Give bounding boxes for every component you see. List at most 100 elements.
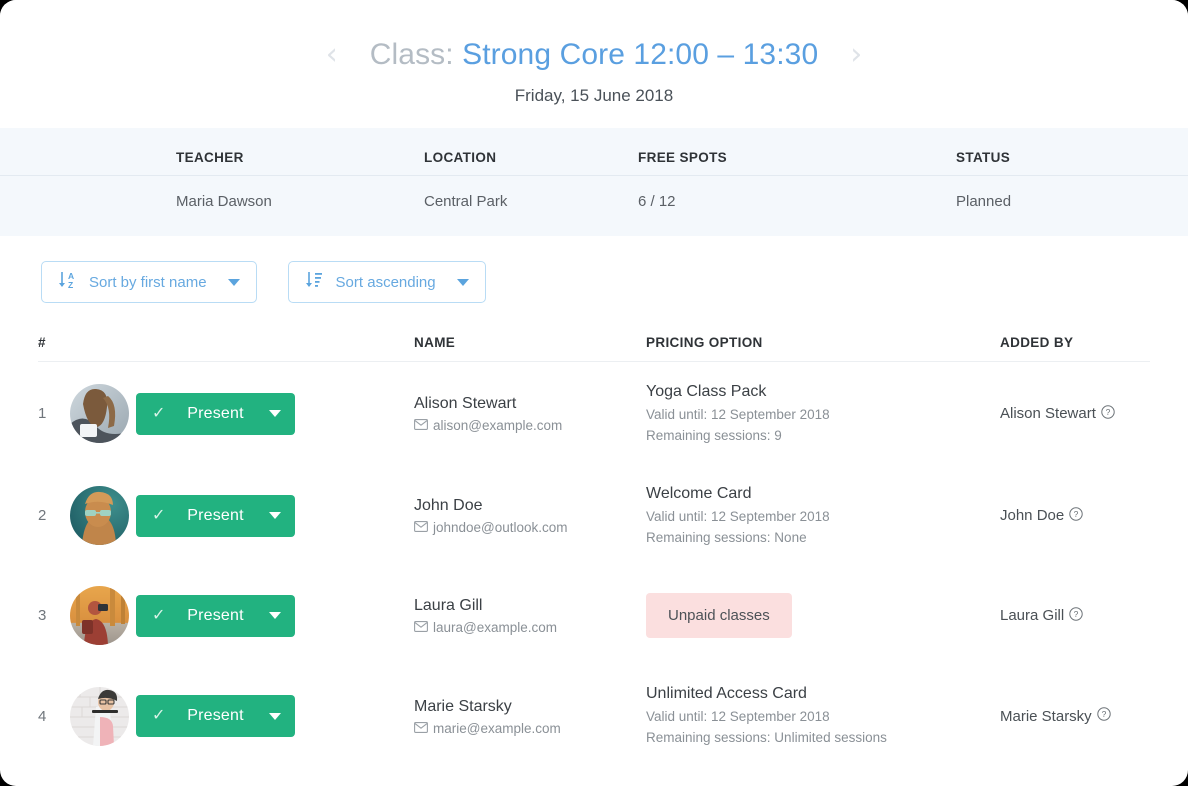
envelope-icon [414,418,428,433]
attendance-status-label: Present [187,506,244,524]
chevron-down-icon [227,278,240,286]
info-value-free-spots: 6 / 12 [638,193,676,210]
pricing-option-title: Yoga Class Pack [646,383,767,400]
help-circle-icon[interactable]: ? [1096,707,1111,725]
added-by-cell: Laura Gill ? [1000,607,1150,625]
page-title-main: Strong Core 12:00 – 13:30 [462,38,819,71]
check-icon: ✓ [152,707,166,725]
help-circle-icon[interactable]: ? [1101,404,1115,423]
sort-direction-button[interactable]: Sort ascending [287,261,486,303]
row-number: 1 [38,405,47,423]
class-info-band: TEACHER LOCATION FREE SPOTS STATUS Maria… [0,128,1188,236]
attendance-status-label: Present [187,404,244,422]
attendee-list: # NAME PRICING OPTION ADDED BY 1 ✓ Prese… [0,303,1188,767]
added-by-name: John Doe [1000,507,1065,525]
attendee-name: John Doe [414,497,483,515]
attendee-email-text: alison@example.com [433,418,563,434]
added-by-cell: Marie Starsky ? [1000,707,1150,725]
attendee-email: marie@example.com [414,721,646,736]
attendee-name: Laura Gill [414,597,483,615]
attendee-name: Alison Stewart [414,395,517,413]
attendance-status-button[interactable]: ✓ Present [136,695,295,738]
attendee-email: laura@example.com [414,620,646,635]
class-info-value-row: Maria Dawson Central Park 6 / 12 Planned [0,176,1188,211]
avatar [70,486,129,546]
svg-text:?: ? [1074,609,1079,619]
sort-by-name-label: Sort by first name [89,273,207,291]
pricing-option-valid-until: Valid until: 12 September 2018 [646,509,830,525]
class-info-table: TEACHER LOCATION FREE SPOTS STATUS Maria… [0,150,1188,210]
svg-text:?: ? [1106,407,1111,417]
row-number: 4 [38,707,47,725]
pricing-option-valid-until: Valid until: 12 September 2018 [646,406,830,422]
row-number: 3 [38,607,47,625]
added-by-name: Marie Starsky [1000,707,1092,725]
header-number: # [38,303,70,362]
attendee-email: johndoe@outlook.com [414,520,646,535]
page-header: ‹ Class: Strong Core 12:00 – 13:30 › Fri… [0,0,1188,128]
class-attendance-page: ‹ Class: Strong Core 12:00 – 13:30 › Fri… [0,0,1188,786]
info-header-status: STATUS [956,150,1188,176]
added-by-name: Laura Gill [1000,607,1065,625]
sort-alpha-icon: A Z [56,269,78,296]
avatar [70,586,129,646]
header-pricing-option: PRICING OPTION [646,303,1000,362]
info-header-free-spots: FREE SPOTS [638,150,956,176]
attendee-name: Marie Starsky [414,697,512,715]
attendee-email: alison@example.com [414,418,646,433]
chevron-right-icon[interactable]: › [836,40,876,70]
row-number: 2 [38,507,47,525]
attendee-table: # NAME PRICING OPTION ADDED BY 1 ✓ Prese… [38,303,1150,767]
envelope-icon [414,721,428,736]
avatar [70,384,129,444]
header-added-by: ADDED BY [1000,303,1150,362]
help-circle-icon[interactable]: ? [1069,507,1083,525]
sort-by-name-button[interactable]: A Z Sort by first name [41,261,257,303]
unpaid-classes-badge[interactable]: Unpaid classes [646,593,792,639]
attendee-email-text: laura@example.com [433,620,558,636]
class-info-header-row: TEACHER LOCATION FREE SPOTS STATUS [0,150,1188,176]
header-avatar [70,303,136,362]
check-icon: ✓ [152,606,166,624]
avatar [70,686,129,746]
attendee-email-text: johndoe@outlook.com [433,520,568,536]
check-icon: ✓ [152,404,166,422]
page-subtitle-date: Friday, 15 June 2018 [514,86,674,105]
table-row: 3 ✓ Present Laura Gill laura@example.com… [38,566,1150,664]
table-row: 2 ✓ Present John Doe johndoe@outlook.com… [38,464,1150,566]
info-value-status: Planned [956,193,1012,210]
attendance-status-label: Present [187,606,244,624]
added-by-cell: John Doe ? [1000,507,1150,525]
chevron-down-icon[interactable] [269,512,281,520]
added-by-name: Alison Stewart [1000,405,1096,423]
chevron-down-icon[interactable] [269,410,281,418]
header-name: NAME [414,303,646,362]
chevron-down-icon[interactable] [269,712,281,720]
title-row: ‹ Class: Strong Core 12:00 – 13:30 › [0,38,1188,72]
attendance-status-button[interactable]: ✓ Present [136,494,295,537]
pricing-option-remaining: Remaining sessions: 9 [646,428,782,444]
pricing-option-remaining: Remaining sessions: Unlimited sessions [646,730,887,746]
attendance-status-button[interactable]: ✓ Present [136,594,295,637]
pricing-option-valid-until: Valid until: 12 September 2018 [646,709,830,725]
sort-toolbar: A Z Sort by first name Sort ascending [0,236,1188,303]
sort-amount-icon [303,269,325,296]
pricing-option-remaining: Remaining sessions: None [646,530,807,546]
page-title-prefix: Class: [369,38,454,71]
chevron-left-icon[interactable]: ‹ [312,40,352,70]
svg-text:Z: Z [68,280,73,290]
attendance-status-button[interactable]: ✓ Present [136,392,295,435]
envelope-icon [414,520,428,535]
help-circle-icon[interactable]: ? [1069,607,1083,625]
sort-direction-label: Sort ascending [335,273,436,291]
chevron-down-icon[interactable] [269,612,281,620]
pricing-option-title: Unlimited Access Card [646,685,807,703]
table-row: 4 ✓ Present Marie Starsky marie@example.… [38,664,1150,766]
table-row: 1 ✓ Present Alison Stewart alison@exampl… [38,362,1150,465]
info-spacer-cell [0,176,176,211]
page-title: Class: Strong Core 12:00 – 13:30 [352,38,836,72]
info-value-teacher: Maria Dawson [176,193,272,210]
attendee-header-row: # NAME PRICING OPTION ADDED BY [38,303,1150,362]
attendance-status-label: Present [187,707,244,725]
header-attendance [136,303,414,362]
